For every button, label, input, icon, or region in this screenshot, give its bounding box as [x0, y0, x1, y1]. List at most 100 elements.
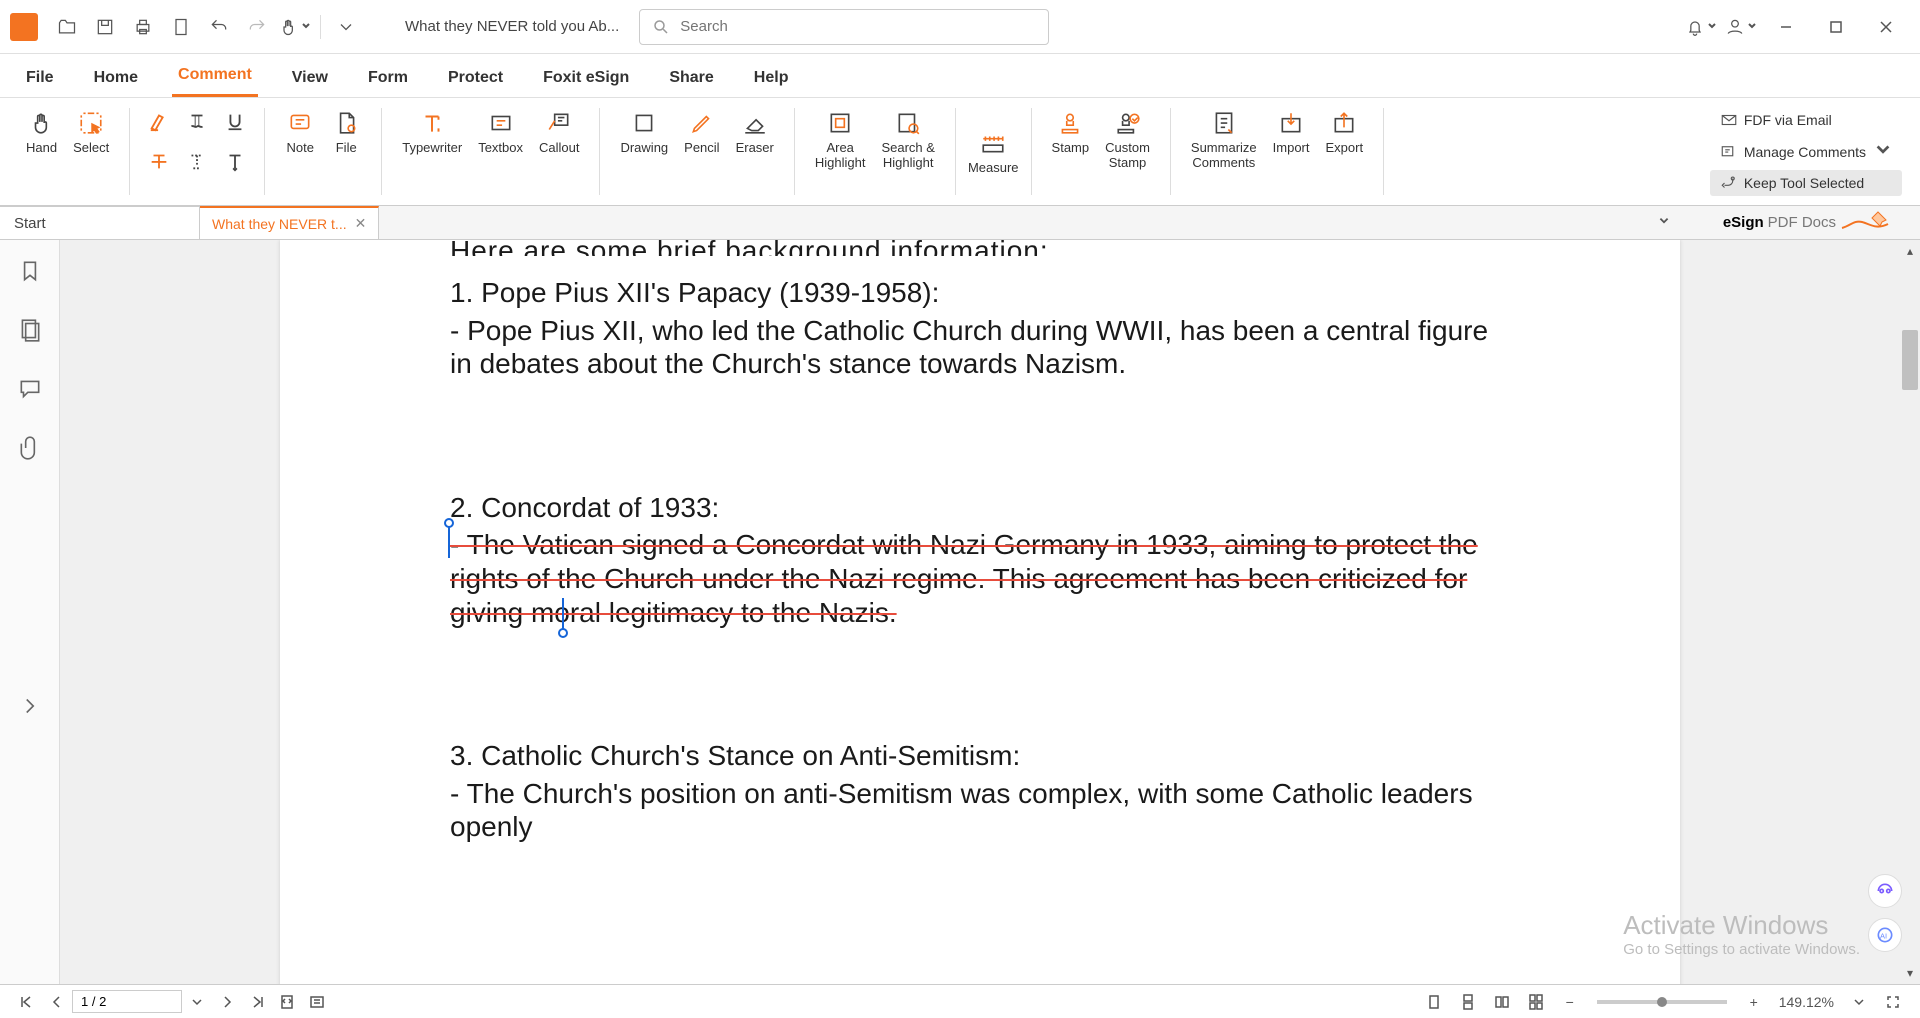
single-page-view-icon[interactable] [1419, 988, 1449, 1016]
document-tab[interactable]: What they NEVER t... ✕ [200, 206, 379, 239]
doc-heading-1: 1. Pope Pius XII's Papacy (1939-1958): [450, 276, 1510, 310]
ai-float-icon[interactable]: AI [1868, 918, 1902, 952]
doc-para-2-strikeout: - The Vatican signed a Concordat with Na… [450, 528, 1510, 629]
strikeout-annotation[interactable]: - The Vatican signed a Concordat with Na… [450, 528, 1510, 629]
page-dropdown-icon[interactable] [182, 988, 212, 1016]
first-page-icon[interactable] [12, 988, 42, 1016]
select-tool[interactable]: Select [65, 104, 117, 159]
expand-sidebar-icon[interactable] [17, 693, 43, 724]
comments-panel-icon[interactable] [17, 376, 43, 407]
textbox-tool[interactable]: Textbox [470, 104, 531, 159]
esign-promo[interactable]: eSign PDF Docs [1723, 208, 1890, 236]
typewriter-tool[interactable]: Typewriter [394, 104, 470, 159]
note-tool[interactable]: Note [277, 104, 323, 159]
next-page-icon[interactable] [212, 988, 242, 1016]
summarize-comments-tool[interactable]: Summarize Comments [1183, 104, 1265, 174]
scroll-thumb[interactable] [1902, 330, 1918, 390]
statusbar: − + 149.12% [0, 984, 1920, 1018]
zoom-slider[interactable] [1597, 1000, 1727, 1004]
user-icon[interactable] [1722, 8, 1760, 46]
page-icon[interactable] [162, 8, 200, 46]
tab-share[interactable]: Share [663, 59, 719, 97]
drawing-tool[interactable]: Drawing [612, 104, 676, 159]
app-logo-icon [10, 13, 38, 41]
stamp-tool[interactable]: Stamp [1044, 104, 1098, 159]
zoom-in-icon[interactable]: + [1739, 988, 1769, 1016]
squiggly-icon[interactable] [180, 104, 214, 138]
zoom-out-icon[interactable]: − [1555, 988, 1585, 1016]
continuous-view-icon[interactable] [1453, 988, 1483, 1016]
tab-form[interactable]: Form [362, 59, 414, 97]
menu-tabs: File Home Comment View Form Protect Foxi… [0, 54, 1920, 98]
doc-para-1: - Pope Pius XII, who led the Catholic Ch… [450, 314, 1510, 381]
page-viewport[interactable]: Here are some brief background informati… [60, 240, 1900, 984]
undo-icon[interactable] [200, 8, 238, 46]
maximize-button[interactable] [1812, 7, 1860, 47]
tab-comment[interactable]: Comment [172, 56, 258, 97]
custom-stamp-tool[interactable]: Custom Stamp [1097, 104, 1158, 174]
page-number-input[interactable] [72, 990, 182, 1013]
tab-file[interactable]: File [20, 59, 60, 97]
svg-text:AI: AI [1880, 931, 1887, 940]
file-attach-tool[interactable]: File [323, 104, 369, 159]
titlebar: What they NEVER told you Ab... [0, 0, 1920, 54]
reflow-icon[interactable] [302, 988, 332, 1016]
scroll-down-icon[interactable]: ▾ [1903, 966, 1917, 980]
assistant-float-icon[interactable] [1868, 874, 1902, 908]
bookmark-panel-icon[interactable] [17, 258, 43, 289]
measure-tool[interactable]: Measure [960, 102, 1027, 201]
tabstrip-dropdown-icon[interactable] [1658, 214, 1670, 232]
vertical-scrollbar[interactable]: ▴ ▾ [1900, 240, 1920, 984]
import-tool[interactable]: Import [1265, 104, 1318, 159]
search-input[interactable] [680, 18, 1036, 35]
tab-home[interactable]: Home [88, 59, 144, 97]
callout-tool[interactable]: Callout [531, 104, 587, 159]
zoom-slider-knob[interactable] [1657, 997, 1667, 1007]
print-icon[interactable] [124, 8, 162, 46]
pages-panel-icon[interactable] [17, 317, 43, 348]
start-tab[interactable]: Start [0, 206, 200, 239]
minimize-button[interactable] [1762, 7, 1810, 47]
fullscreen-icon[interactable] [1878, 988, 1908, 1016]
keep-tool-selected[interactable]: Keep Tool Selected [1710, 170, 1902, 196]
fdf-via-email[interactable]: FDF via Email [1710, 107, 1902, 133]
ribbon: Hand Select Note File Typewriter Textbox… [0, 98, 1920, 206]
redo-icon[interactable] [238, 8, 276, 46]
pdf-page: Here are some brief background informati… [280, 240, 1680, 984]
zoom-dropdown-icon[interactable] [1844, 988, 1874, 1016]
close-tab-icon[interactable]: ✕ [355, 215, 367, 232]
facing-view-icon[interactable] [1487, 988, 1517, 1016]
tab-help[interactable]: Help [748, 59, 795, 97]
close-button[interactable] [1862, 7, 1910, 47]
replace-text-icon[interactable] [180, 144, 214, 178]
tab-foxit-esign[interactable]: Foxit eSign [537, 59, 635, 97]
ribbon-right-panel: FDF via Email Manage Comments Keep Tool … [1710, 102, 1910, 201]
last-page-icon[interactable] [242, 988, 272, 1016]
hand-tool[interactable]: Hand [18, 104, 65, 159]
prev-page-icon[interactable] [42, 988, 72, 1016]
strikeout-icon[interactable] [142, 144, 176, 178]
tab-protect[interactable]: Protect [442, 59, 509, 97]
eraser-tool[interactable]: Eraser [728, 104, 782, 159]
pencil-tool[interactable]: Pencil [676, 104, 727, 159]
underline-icon[interactable] [218, 104, 252, 138]
fit-page-icon[interactable] [272, 988, 302, 1016]
save-icon[interactable] [86, 8, 124, 46]
area-highlight-tool[interactable]: Area Highlight [807, 104, 874, 174]
search-highlight-tool[interactable]: Search & Highlight [873, 104, 942, 174]
highlight-icon[interactable] [142, 104, 176, 138]
doc-heading-2: 2. Concordat of 1933: [450, 491, 1510, 525]
doc-para-3: - The Church's position on anti-Semitism… [450, 777, 1510, 844]
hand-dropdown-icon[interactable] [276, 8, 314, 46]
tab-view[interactable]: View [286, 59, 334, 97]
manage-comments[interactable]: Manage Comments [1710, 137, 1902, 166]
search-box[interactable] [639, 9, 1049, 45]
scroll-up-icon[interactable]: ▴ [1903, 244, 1917, 258]
down-chevron-icon[interactable] [327, 8, 365, 46]
attachments-panel-icon[interactable] [17, 435, 43, 466]
continuous-facing-view-icon[interactable] [1521, 988, 1551, 1016]
export-tool[interactable]: Export [1318, 104, 1372, 159]
open-icon[interactable] [48, 8, 86, 46]
bell-icon[interactable] [1682, 8, 1720, 46]
insert-text-icon[interactable] [218, 144, 252, 178]
